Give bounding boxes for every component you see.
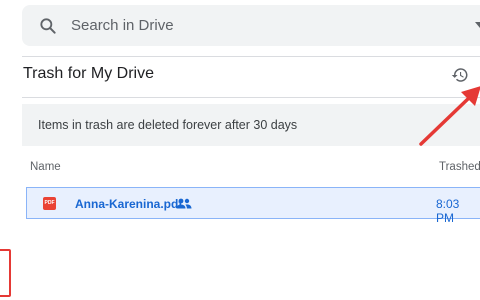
- column-header-name[interactable]: Name: [30, 161, 61, 173]
- header-divider: [22, 56, 480, 57]
- annotation-arrow-icon: [419, 86, 480, 146]
- file-name[interactable]: Anna-Karenina.pdf: [75, 197, 182, 211]
- title-divider: [22, 97, 480, 98]
- page-title: Trash for My Drive: [23, 65, 154, 82]
- pdf-icon: PDF: [43, 197, 56, 210]
- search-input[interactable]: Search in Drive: [71, 17, 174, 34]
- trash-notice-banner: Items in trash are deleted forever after…: [22, 104, 480, 146]
- shared-people-icon: [176, 198, 192, 209]
- caret-down-icon[interactable]: [474, 19, 480, 31]
- table-row[interactable]: PDF Anna-Karenina.pdf 8:03 PM: [26, 187, 480, 225]
- annotation-highlight-box: [0, 249, 11, 297]
- trashed-time: 8:03 PM: [436, 197, 460, 225]
- trash-notice-text: Items in trash are deleted forever after…: [38, 118, 298, 132]
- search-icon[interactable]: [38, 16, 58, 36]
- column-header-trashed[interactable]: Trashed: [439, 161, 480, 173]
- search-bar[interactable]: Search in Drive: [22, 5, 480, 46]
